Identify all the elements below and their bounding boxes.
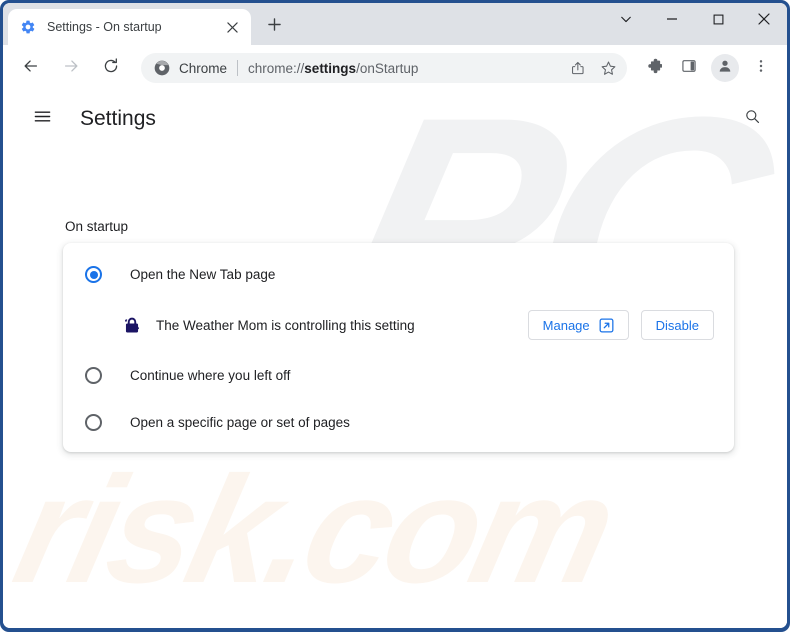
browser-toolbar: Chrome chrome://settings/onStartup [3, 45, 787, 91]
on-startup-card: Open the New Tab page The Weather Mom is… [63, 243, 734, 452]
watermark-risk: risk.com [3, 445, 626, 615]
extension-control-notice: The Weather Mom is controlling this sett… [63, 298, 734, 352]
tab-search-button[interactable] [603, 3, 649, 39]
startup-option-label: Continue where you left off [130, 368, 291, 383]
settings-header: Settings [3, 91, 787, 147]
side-panel-icon [681, 58, 697, 79]
chrome-logo-icon [154, 60, 170, 76]
omnibox-separator [237, 60, 239, 76]
radio-button-specific-page[interactable] [85, 414, 102, 431]
browser-tab[interactable]: Settings - On startup [8, 9, 251, 45]
plus-icon [267, 18, 281, 36]
browser-menu-button[interactable] [746, 53, 776, 83]
tab-strip: Settings - On startup [3, 3, 787, 45]
extensions-button[interactable] [638, 53, 668, 83]
startup-option-specific-page[interactable]: Open a specific page or set of pages [63, 399, 734, 446]
tab-title: Settings - On startup [47, 20, 162, 34]
puzzle-piece-icon [645, 57, 663, 79]
manage-button-label: Manage [542, 317, 590, 333]
close-icon[interactable] [221, 16, 243, 38]
window-controls [603, 3, 787, 45]
forward-button[interactable] [56, 53, 86, 83]
url-bold-segment: settings [304, 60, 357, 76]
maximize-button[interactable] [695, 3, 741, 39]
new-tab-button[interactable] [259, 12, 289, 42]
profile-avatar-icon [717, 58, 733, 79]
minimize-icon [666, 12, 678, 30]
section-label: On startup [65, 219, 129, 234]
omnibox-brand-label: Chrome [179, 60, 228, 76]
startup-option-label: Open the New Tab page [130, 267, 276, 282]
chevron-down-icon [620, 12, 632, 30]
startup-option-continue[interactable]: Continue where you left off [63, 352, 734, 399]
radio-button-continue[interactable] [85, 367, 102, 384]
external-link-icon [599, 318, 614, 333]
share-icon[interactable] [564, 54, 592, 82]
star-icon[interactable] [594, 54, 622, 82]
extension-notice-text: The Weather Mom is controlling this sett… [156, 317, 415, 333]
reload-button[interactable] [96, 53, 126, 83]
profile-avatar[interactable] [711, 54, 739, 82]
search-icon [744, 108, 761, 130]
minimize-button[interactable] [649, 3, 695, 39]
hamburger-menu-button[interactable] [25, 102, 59, 136]
close-button[interactable] [741, 3, 787, 39]
url-suffix: /onStartup [356, 60, 419, 76]
maximize-icon [713, 12, 724, 30]
omnibox-actions [563, 54, 623, 82]
browser-window-inner: Settings - On startup Chrome chrome://se… [3, 3, 787, 628]
page-title: Settings [80, 107, 156, 130]
radio-button-new-tab[interactable] [85, 266, 102, 283]
hamburger-menu-icon [33, 107, 52, 131]
url-prefix: chrome:// [248, 60, 305, 76]
extension-lock-icon [121, 314, 143, 336]
arrow-left-icon [22, 57, 40, 80]
reload-icon [102, 57, 120, 80]
side-panel-button[interactable] [674, 53, 704, 83]
settings-page: PC risk.com Settings On startup Open the… [3, 91, 787, 628]
search-settings-button[interactable] [735, 102, 769, 136]
browser-window: Settings - On startup Chrome chrome://se… [0, 0, 790, 632]
arrow-right-icon [62, 57, 80, 80]
address-bar[interactable]: Chrome chrome://settings/onStartup [141, 53, 627, 83]
startup-option-label: Open a specific page or set of pages [130, 415, 350, 430]
disable-button-label: Disable [655, 317, 699, 333]
three-dot-menu-icon [753, 58, 769, 79]
manage-button[interactable]: Manage [527, 310, 629, 340]
back-button[interactable] [16, 53, 46, 83]
gear-icon [20, 19, 36, 35]
close-icon [758, 12, 770, 30]
startup-option-new-tab[interactable]: Open the New Tab page [63, 251, 734, 298]
disable-button[interactable]: Disable [640, 310, 714, 340]
omnibox-url-text: chrome://settings/onStartup [248, 61, 563, 76]
